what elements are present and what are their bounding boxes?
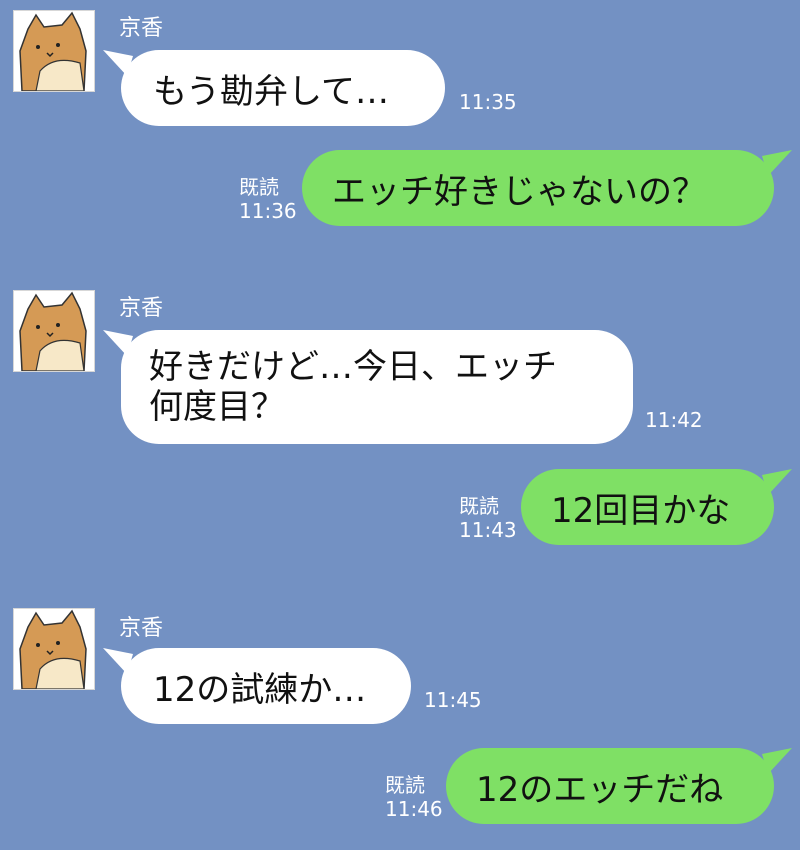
read-receipt: 既読: [459, 494, 499, 518]
avatar[interactable]: [13, 608, 95, 690]
message-text: 12の試練か…: [153, 669, 367, 710]
message-time: 11:45: [424, 688, 482, 712]
bubble-tail: [103, 330, 133, 356]
message-text: エッチ好きじゃないの？: [332, 171, 706, 212]
bubble-tail: [103, 648, 133, 674]
message-bubble-outgoing[interactable]: 12のエッチだね: [446, 748, 792, 824]
sender-name: 京香: [119, 296, 164, 321]
shiba-dog-avatar-icon: [19, 291, 87, 371]
message-time: 11:36: [239, 199, 297, 223]
avatar[interactable]: [13, 290, 95, 372]
message-meta: 既読 11:36: [239, 175, 297, 223]
message-bubble-outgoing[interactable]: エッチ好きじゃないの？: [302, 150, 792, 226]
bubble-tail: [762, 748, 792, 774]
sender-name: 京香: [119, 16, 164, 41]
message-bubble-incoming[interactable]: 12の試練か…: [103, 648, 411, 724]
shiba-dog-avatar-icon: [19, 609, 87, 689]
message-bubble-incoming[interactable]: もう勘弁して…: [103, 50, 445, 126]
message-text: 12回目かな: [551, 490, 731, 531]
read-receipt: 既読: [239, 175, 279, 199]
message-text: 12のエッチだね: [476, 769, 724, 810]
message-text: もう勘弁して…: [153, 71, 389, 112]
shiba-dog-avatar-icon: [19, 11, 87, 91]
avatar[interactable]: [13, 10, 95, 92]
chat-timeline[interactable]: 京香 もう勘弁して… 11:35 既読 11:36 エッチ好きじゃないの？ 京香…: [0, 0, 800, 850]
sender-name: 京香: [119, 616, 164, 641]
message-time: 11:35: [459, 90, 517, 114]
message-bubble-outgoing[interactable]: 12回目かな: [521, 469, 792, 545]
message-time: 11:43: [459, 518, 517, 542]
read-receipt: 既読: [385, 773, 425, 797]
message-time: 11:42: [645, 408, 703, 432]
message-meta: 既読 11:43: [459, 494, 517, 542]
bubble-tail: [103, 50, 133, 76]
message-bubble-incoming[interactable]: 好きだけど…今日、エッチ 何度目？: [103, 330, 633, 444]
message-time: 11:46: [385, 797, 443, 821]
message-meta: 既読 11:46: [385, 773, 443, 821]
bubble-tail: [762, 469, 792, 495]
bubble-tail: [762, 150, 792, 176]
